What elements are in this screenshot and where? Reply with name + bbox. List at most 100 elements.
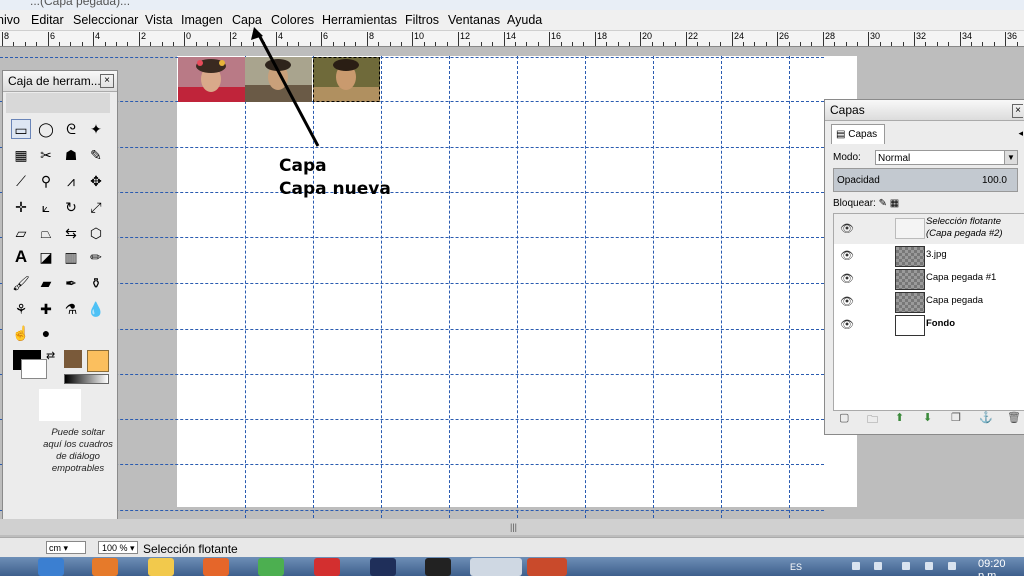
scrollbar-grip[interactable]: ||| — [510, 522, 517, 532]
menu-imagen[interactable]: Imagen — [181, 13, 223, 27]
horizontal-guide[interactable] — [0, 57, 824, 58]
horizontal-guide[interactable] — [0, 192, 824, 193]
bucket-fill-tool-icon[interactable]: ◪ — [36, 247, 56, 267]
opera-icon[interactable] — [314, 558, 340, 576]
menu-vista[interactable]: Vista — [145, 13, 173, 27]
smudge-tool-icon[interactable]: ☝ — [11, 323, 31, 343]
paintbrush-tool-icon[interactable]: 🖌 — [11, 273, 31, 293]
move-tool-icon[interactable]: ✥ — [86, 171, 106, 191]
new-group-icon[interactable]: 🗀 — [867, 411, 878, 430]
airbrush-tool-icon[interactable]: ✒ — [61, 273, 81, 293]
clock[interactable]: 09:20 p.m. — [978, 558, 1024, 576]
perspective-tool-icon[interactable]: ⏢ — [36, 223, 56, 243]
scale-tool-icon[interactable]: ⤢ — [86, 197, 106, 217]
menu-editar[interactable]: Editar — [31, 13, 64, 27]
zoom-select[interactable]: 100 % ▾ — [98, 541, 138, 554]
menu-ventanas[interactable]: Ventanas — [448, 13, 500, 27]
visibility-eye-icon[interactable]: 👁 — [840, 222, 854, 235]
rect-select-tool-icon[interactable]: ▭ — [11, 119, 31, 139]
menu-archivo[interactable]: nivo — [0, 13, 20, 27]
blend-tool-icon[interactable]: ▥ — [61, 247, 81, 267]
tab-menu-icon[interactable]: ◂ — [1018, 128, 1023, 139]
visibility-eye-icon[interactable]: 👁 — [840, 249, 854, 262]
horizontal-guide[interactable] — [0, 147, 824, 148]
horizontal-guide[interactable] — [0, 329, 824, 330]
ink-tool-icon[interactable]: ⚱ — [86, 273, 106, 293]
unit-select[interactable]: cm ▾ — [46, 541, 86, 554]
layer-row[interactable]: 👁 3.jpg — [834, 244, 1024, 267]
eraser-tool-icon[interactable]: ▰ — [36, 273, 56, 293]
tray-arrow-icon[interactable] — [874, 562, 882, 570]
horizontal-guide[interactable] — [0, 419, 824, 420]
vertical-guide[interactable] — [517, 56, 518, 518]
visibility-eye-icon[interactable]: 👁 — [840, 295, 854, 308]
pattern-preview[interactable] — [87, 350, 109, 372]
layer-row[interactable]: 👁 Capa pegada #1 — [834, 267, 1024, 290]
tray-flag-icon[interactable] — [852, 562, 860, 570]
opacity-slider[interactable]: Opacidad 100.0 — [833, 168, 1018, 192]
tray-power-icon[interactable] — [902, 562, 910, 570]
photoshop-icon[interactable] — [370, 558, 396, 576]
gradient-preview[interactable] — [64, 374, 109, 384]
menu-seleccionar[interactable]: Seleccionar — [73, 13, 138, 27]
horizontal-scrollbar[interactable]: ||| — [0, 519, 1024, 535]
ie-icon[interactable] — [38, 558, 64, 576]
gimp-icon[interactable] — [470, 558, 522, 576]
rotate-tool-icon[interactable]: ↻ — [61, 197, 81, 217]
cage-tool-icon[interactable]: ⬡ — [86, 223, 106, 243]
perspective-clone-tool-icon[interactable]: ⚗ — [61, 299, 81, 319]
delete-layer-icon[interactable]: 🗑 — [1007, 411, 1021, 424]
horizontal-guide[interactable] — [0, 464, 824, 465]
ellipse-select-tool-icon[interactable]: ◯ — [36, 119, 56, 139]
layer-row[interactable]: 👁 Capa pegada — [834, 290, 1024, 313]
vertical-guide[interactable] — [721, 56, 722, 518]
menu-ayuda[interactable]: Ayuda — [507, 13, 542, 27]
tray-network-icon[interactable] — [925, 562, 933, 570]
heal-tool-icon[interactable]: ✚ — [36, 299, 56, 319]
text-tool-icon[interactable]: A — [11, 247, 31, 267]
visibility-eye-icon[interactable]: 👁 — [840, 318, 854, 331]
horizontal-ruler[interactable]: 8 6 4 2 0 2 4 6 8 10 12 14 16 18 20 22 24 26 28 30 32 34 36 — [0, 31, 1024, 47]
app-icon[interactable] — [425, 558, 451, 576]
scissors-tool-icon[interactable]: ✂ — [36, 145, 56, 165]
color-picker-tool-icon[interactable]: ⟋ — [11, 171, 31, 191]
mode-select[interactable]: Normal ▼ — [875, 150, 1018, 165]
layers-close-icon[interactable]: × — [1012, 104, 1023, 118]
chrome-icon[interactable] — [258, 558, 284, 576]
lock-alpha-icon[interactable]: ▦ — [890, 198, 899, 209]
blur-tool-icon[interactable]: 💧 — [86, 299, 106, 319]
menu-herramientas[interactable]: Herramientas — [322, 13, 397, 27]
vertical-guide[interactable] — [449, 56, 450, 518]
layer-row[interactable]: 👁 Fondo — [834, 313, 1024, 336]
vertical-guide[interactable] — [653, 56, 654, 518]
menu-colores[interactable]: Colores — [271, 13, 314, 27]
color-select-tool-icon[interactable]: ▦ — [11, 145, 31, 165]
measure-tool-icon[interactable]: ⩘ — [61, 171, 81, 191]
language-indicator[interactable]: ES — [790, 562, 802, 572]
powerpoint-icon[interactable] — [527, 558, 567, 576]
lower-layer-icon[interactable]: ⬇ — [923, 411, 932, 424]
menu-capa[interactable]: Capa — [232, 13, 262, 27]
vertical-guide[interactable] — [789, 56, 790, 518]
vertical-guide[interactable] — [245, 56, 246, 518]
zoom-tool-icon[interactable]: ⚲ — [36, 171, 56, 191]
pencil-tool-icon[interactable]: ✏ — [86, 247, 106, 267]
horizontal-guide[interactable] — [0, 510, 824, 511]
swap-colors-icon[interactable]: ⇄ — [46, 349, 55, 362]
raise-layer-icon[interactable]: ⬆ — [895, 411, 904, 424]
paths-tool-icon[interactable]: ✎ — [86, 145, 106, 165]
new-layer-icon[interactable]: ▢ — [839, 411, 849, 424]
vertical-guide[interactable] — [313, 56, 314, 518]
layer-row[interactable]: 👁 Selección flotante (Capa pegada #2) — [834, 214, 1024, 244]
shear-tool-icon[interactable]: ▱ — [11, 223, 31, 243]
foreground-select-tool-icon[interactable]: ☗ — [61, 145, 81, 165]
horizontal-guide[interactable] — [0, 283, 824, 284]
duplicate-layer-icon[interactable]: ❐ — [951, 411, 961, 424]
vertical-guide[interactable] — [381, 56, 382, 518]
anchor-layer-icon[interactable]: ⚓ — [979, 411, 993, 424]
toolbox-close-icon[interactable]: × — [100, 74, 114, 88]
horizontal-guide[interactable] — [0, 237, 824, 238]
visibility-eye-icon[interactable]: 👁 — [840, 272, 854, 285]
tray-volume-icon[interactable] — [948, 562, 956, 570]
vertical-guide[interactable] — [585, 56, 586, 518]
